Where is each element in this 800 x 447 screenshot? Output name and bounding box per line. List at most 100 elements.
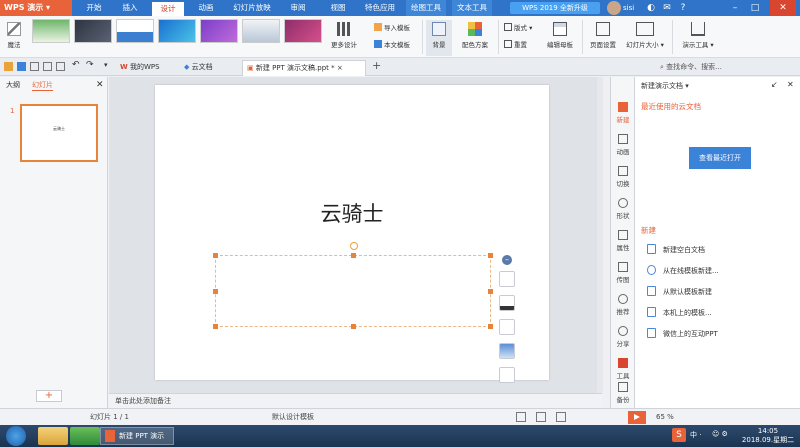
- resize-handle[interactable]: [351, 253, 356, 258]
- export-icon[interactable]: [30, 62, 39, 71]
- customize-toolbar-icon[interactable]: ▾: [104, 61, 108, 69]
- redo-icon[interactable]: ↷: [86, 60, 94, 70]
- resize-handle[interactable]: [213, 289, 218, 294]
- play-slideshow-button[interactable]: [628, 411, 646, 424]
- menu-tab-view[interactable]: 视图: [324, 0, 352, 16]
- minimize-icon[interactable]: –: [728, 0, 742, 16]
- dock-icon[interactable]: ↙: [771, 80, 778, 89]
- close-icon[interactable]: ✕: [770, 0, 796, 16]
- avatar[interactable]: [607, 1, 621, 15]
- design-template-1[interactable]: [32, 19, 70, 43]
- open-recent-button[interactable]: 查看最近打开: [689, 147, 751, 169]
- slide-title[interactable]: 云骑士: [155, 198, 549, 228]
- close-panel-icon[interactable]: ✕: [96, 80, 104, 90]
- help-icon[interactable]: ?: [676, 0, 690, 16]
- slide-sorter-icon[interactable]: [536, 412, 546, 422]
- sidebar-item-transition[interactable]: 切换: [611, 163, 635, 191]
- resize-handle[interactable]: [488, 253, 493, 258]
- resize-handle[interactable]: [213, 324, 218, 329]
- new-tab-icon[interactable]: +: [372, 59, 381, 72]
- menu-tab-animation[interactable]: 动画: [192, 0, 220, 16]
- close-tab-icon[interactable]: ×: [337, 64, 343, 72]
- menu-tab-home[interactable]: 开始: [80, 0, 108, 16]
- file-explorer-icon[interactable]: [38, 427, 68, 445]
- sidebar-item-properties[interactable]: 属性: [611, 227, 635, 255]
- normal-view-icon[interactable]: [516, 412, 526, 422]
- taskbar-wps-window[interactable]: 新建 PPT 演示文...: [100, 427, 174, 445]
- this-template-button[interactable]: 本文模板: [374, 39, 410, 51]
- start-button[interactable]: [6, 426, 26, 446]
- design-template-3[interactable]: [116, 19, 154, 43]
- search-input[interactable]: ⌕ 查找命令、搜索...: [660, 61, 798, 73]
- task-pane-title[interactable]: 新建演示文档 ▾: [641, 81, 689, 91]
- sidebar-item-new[interactable]: 新建: [611, 99, 635, 127]
- design-template-7[interactable]: [284, 19, 322, 43]
- resize-handle[interactable]: [213, 253, 218, 258]
- layers-icon[interactable]: [499, 343, 515, 359]
- outline-icon[interactable]: [499, 319, 515, 335]
- skin-icon[interactable]: ◐: [644, 0, 658, 16]
- slide[interactable]: 云骑士 –: [155, 85, 549, 383]
- slide-size-button[interactable]: 幻灯片大小 ▾: [622, 20, 668, 56]
- sidebar-item-share[interactable]: 分享: [611, 323, 635, 351]
- rotate-handle[interactable]: [350, 242, 358, 250]
- new-from-online-template-item[interactable]: 从在线模板新建...: [647, 264, 719, 278]
- undo-icon[interactable]: ↶: [72, 60, 80, 70]
- color-scheme-button[interactable]: 配色方案: [456, 20, 494, 56]
- media-player-icon[interactable]: [70, 427, 100, 445]
- collapse-toolbar-icon[interactable]: –: [502, 255, 512, 265]
- tray-icons[interactable]: ☺ ⚙: [712, 430, 728, 438]
- tab-my-wps[interactable]: W 我的WPS: [116, 60, 178, 76]
- add-slide-button[interactable]: +: [36, 390, 62, 402]
- menu-tab-slideshow[interactable]: 幻灯片放映: [228, 0, 276, 16]
- resize-handle[interactable]: [351, 324, 356, 329]
- page-setup-button[interactable]: 页面设置: [586, 20, 620, 56]
- sidebar-item-shapes[interactable]: 形状: [611, 195, 635, 223]
- text-format-icon[interactable]: [499, 367, 515, 383]
- design-template-2[interactable]: [74, 19, 112, 43]
- design-template-6[interactable]: [242, 19, 280, 43]
- rearrange-button[interactable]: 重置: [504, 39, 527, 51]
- sogou-ime-icon[interactable]: S: [672, 428, 686, 442]
- zoom-level[interactable]: 65 %: [656, 409, 674, 425]
- menu-tab-drawing-tools[interactable]: 绘图工具: [406, 0, 446, 16]
- magic-button[interactable]: 魔法: [2, 20, 26, 56]
- reading-view-icon[interactable]: [556, 412, 566, 422]
- resize-handle[interactable]: [488, 324, 493, 329]
- slide-thumbnail[interactable]: 云骑士: [20, 104, 98, 162]
- menu-tab-text-tools[interactable]: 文本工具: [452, 0, 492, 16]
- close-pane-icon[interactable]: ✕: [787, 80, 794, 89]
- background-button[interactable]: 背景: [426, 20, 452, 56]
- vertical-scrollbar[interactable]: [597, 77, 603, 393]
- new-blank-doc-item[interactable]: 新建空白文档: [647, 243, 705, 257]
- sidebar-item-backup[interactable]: 备份: [611, 379, 635, 407]
- design-template-4[interactable]: [158, 19, 196, 43]
- edit-master-button[interactable]: 编辑母板: [542, 20, 578, 56]
- tab-cloud-docs[interactable]: ◆ 云文档: [180, 60, 238, 76]
- menu-tab-features[interactable]: 特色应用: [360, 0, 400, 16]
- sidebar-item-animation[interactable]: 动画: [611, 131, 635, 159]
- tab-outline[interactable]: 大纲: [6, 80, 20, 90]
- resize-handle[interactable]: [488, 289, 493, 294]
- selected-textbox[interactable]: [213, 242, 493, 329]
- input-mode-indicator[interactable]: 中 ·: [690, 430, 701, 440]
- wechat-interactive-ppt-item[interactable]: 微信上的互动PPT: [647, 327, 718, 341]
- upgrade-button[interactable]: WPS 2019 全新升级: [510, 2, 600, 14]
- sidebar-item-upload-image[interactable]: 传图: [611, 259, 635, 287]
- shape-style-icon[interactable]: [499, 271, 515, 287]
- notes-area[interactable]: 单击此处添加备注: [109, 393, 602, 408]
- presenter-tools-button[interactable]: 演示工具 ▾: [676, 20, 720, 56]
- system-clock[interactable]: 14:05 2018.09.星期二: [736, 427, 800, 445]
- save-icon[interactable]: [17, 62, 26, 71]
- menu-tab-insert[interactable]: 插入: [116, 0, 144, 16]
- fill-color-icon[interactable]: [499, 295, 515, 311]
- import-template-button[interactable]: 导入模板: [374, 22, 410, 34]
- feedback-icon[interactable]: ✉: [660, 0, 674, 16]
- local-template-item[interactable]: 本机上的模板...: [647, 306, 712, 320]
- more-design-button[interactable]: 更多设计: [328, 20, 360, 56]
- preview-icon[interactable]: [56, 62, 65, 71]
- user-name[interactable]: sisi: [623, 0, 634, 16]
- wps-app-menu[interactable]: WPS 演示 ▾: [0, 0, 72, 16]
- tab-slides[interactable]: 幻灯片: [32, 80, 53, 91]
- design-template-5[interactable]: [200, 19, 238, 43]
